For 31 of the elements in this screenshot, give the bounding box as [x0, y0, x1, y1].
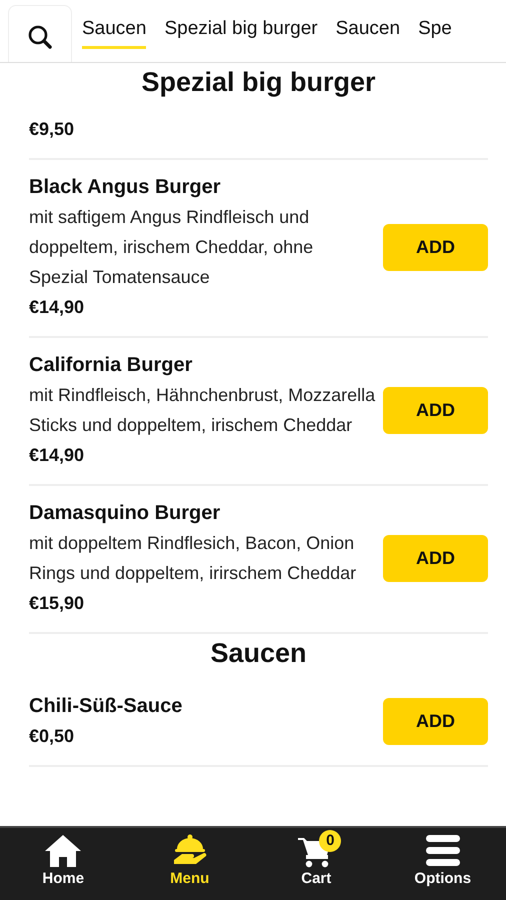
item-price: €15,90 [29, 592, 86, 615]
item-description: mit Rindfleisch, Hähnchenbrust, Mozzarella Sticks und doppeltem, irischem Cheddar [29, 384, 376, 437]
item-price: €0,50 [29, 725, 76, 748]
search-button[interactable] [8, 5, 72, 62]
item-description: mit doppeltem Rindflesich, Bacon, Onion Rings und doppeltem, irirschem Cheddar [29, 532, 358, 585]
section-title: Spezial big burger [140, 66, 377, 99]
nav-item[interactable]: Home [13, 828, 114, 900]
cart-count-badge: 0 [319, 830, 342, 852]
item-price: €14,90 [29, 444, 86, 467]
item-description: mit saftigem Angus Rindfleisch und doppeltem, irischem Cheddar, ohne Spezial Tomatensauce [29, 206, 314, 289]
nav-item[interactable]: Menu [140, 828, 240, 900]
category-tab[interactable]: Spe [418, 14, 452, 48]
nav-item[interactable]: Options [392, 828, 493, 900]
add-button[interactable]: ADD [383, 698, 488, 744]
add-button[interactable]: ADD [383, 386, 488, 434]
category-tab[interactable]: Spezial big burger [164, 14, 318, 48]
item-price: €14,90 [29, 296, 86, 319]
search-icon [27, 24, 53, 50]
item-name: Damasquino Burger [29, 501, 222, 526]
nav-item[interactable]: 0 Cart [266, 828, 366, 900]
menu-icon [424, 834, 462, 868]
category-tab[interactable]: Saucen [82, 14, 146, 48]
item-price: €9,50 [29, 118, 76, 141]
item-name: Chili-Süß-Sauce [29, 694, 184, 719]
house-icon [44, 834, 82, 868]
item-name: Black Angus Burger [29, 175, 222, 200]
add-button[interactable]: ADD [383, 224, 488, 270]
item-name: California Burger [29, 353, 194, 378]
section-title: Saucen [209, 637, 308, 670]
add-button[interactable]: ADD [383, 534, 488, 582]
category-tab[interactable]: Saucen [336, 14, 400, 48]
